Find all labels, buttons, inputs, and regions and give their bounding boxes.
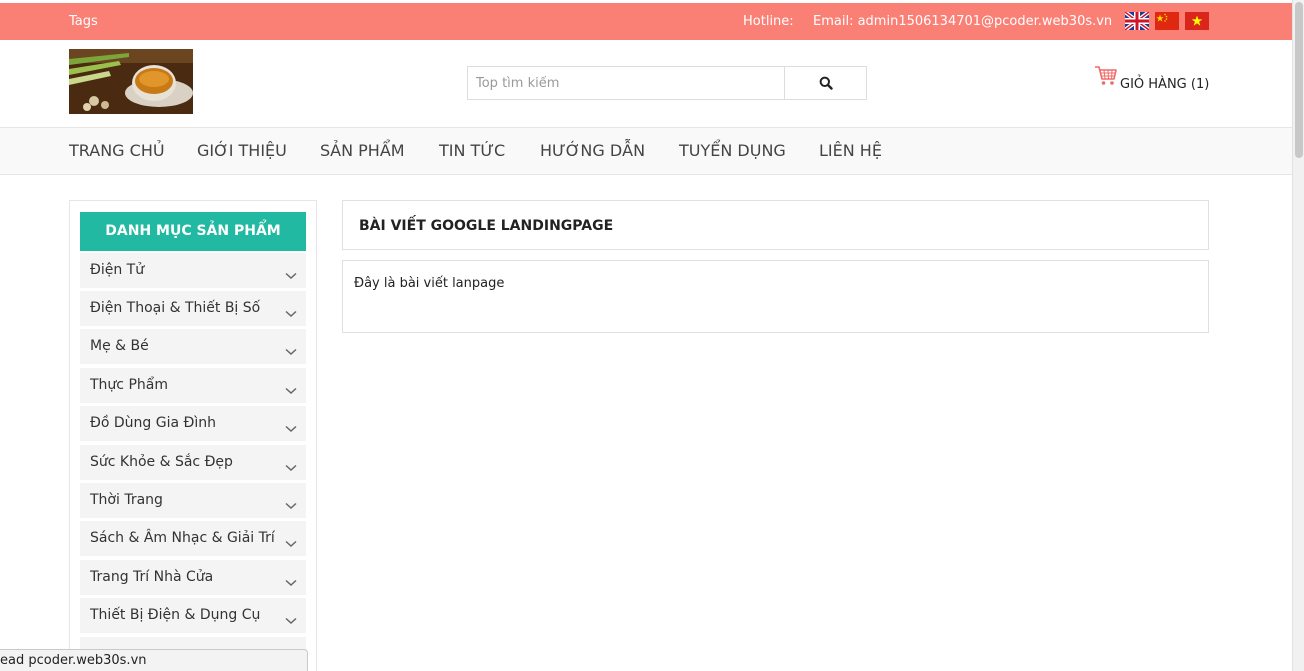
- page-scrollbar[interactable]: [1292, 0, 1304, 671]
- post-body: Đây là bài viết lanpage: [342, 260, 1209, 333]
- post-content: Đây là bài viết lanpage: [354, 276, 505, 291]
- category-label: Đồ Dùng Gia Đình: [90, 415, 216, 431]
- cart-label: GIỎ HÀNG (1): [1120, 77, 1210, 92]
- hotline-label: Hotline:: [743, 14, 794, 29]
- sidebar-title: DANH MỤC SẢN PHẨM: [80, 212, 306, 251]
- chevron-down-icon: [285, 457, 297, 476]
- china-flag-icon[interactable]: [1155, 12, 1179, 30]
- chevron-down-icon: [285, 533, 297, 552]
- chevron-down-icon: [285, 303, 297, 322]
- category-sidebar: DANH MỤC SẢN PHẨM Điện Tử Điện Thoại & T…: [69, 200, 317, 671]
- category-label: Thiết Bị Điện & Dụng Cụ: [90, 607, 261, 623]
- site-logo[interactable]: [69, 49, 193, 114]
- chevron-down-icon: [285, 341, 297, 360]
- category-item[interactable]: Đồ Dùng Gia Đình: [80, 406, 306, 441]
- category-label: Sức Khỏe & Sắc Đẹp: [90, 454, 233, 470]
- category-label: Trang Trí Nhà Cửa: [90, 569, 214, 585]
- nav-item-about[interactable]: GIỚI THIỆU: [197, 141, 287, 160]
- category-item[interactable]: Thực Phẩm: [80, 368, 306, 403]
- chevron-down-icon: [285, 495, 297, 514]
- email-contact[interactable]: Email: admin1506134701@pcoder.web30s.vn: [813, 14, 1112, 29]
- chevron-down-icon: [285, 265, 297, 284]
- nav-item-news[interactable]: TIN TỨC: [439, 141, 505, 160]
- category-label: Điện Tử: [90, 262, 145, 278]
- category-label: Điện Thoại & Thiết Bị Số: [90, 300, 261, 316]
- browser-status-bar: ead pcoder.web30s.vn: [0, 649, 308, 671]
- cart-link[interactable]: GIỎ HÀNG (1): [1094, 64, 1214, 94]
- nav-item-home[interactable]: TRANG CHỦ: [69, 141, 165, 160]
- nav-item-contact[interactable]: LIÊN HỆ: [819, 141, 882, 160]
- category-item[interactable]: Sức Khỏe & Sắc Đẹp: [80, 445, 306, 480]
- top-bar: Tags Hotline: Email: admin1506134701@pco…: [0, 3, 1292, 40]
- nav-item-guide[interactable]: HƯỚNG DẪN: [540, 141, 645, 160]
- category-item[interactable]: Thời Trang: [80, 483, 306, 518]
- search-icon: [785, 76, 866, 90]
- search-input[interactable]: [468, 67, 785, 99]
- category-item[interactable]: Trang Trí Nhà Cửa: [80, 560, 306, 595]
- category-item[interactable]: Sách & Âm Nhạc & Giải Trí: [80, 521, 306, 556]
- category-label: Mẹ & Bé: [90, 338, 149, 354]
- category-label: Thực Phẩm: [90, 377, 168, 393]
- chevron-down-icon: [285, 380, 297, 399]
- search-bar: [467, 66, 867, 100]
- scrollbar-thumb[interactable]: [1295, 2, 1303, 158]
- post-title: BÀI VIẾT GOOGLE LANDINGPAGE: [359, 218, 614, 234]
- category-label: Thời Trang: [90, 492, 163, 508]
- chevron-down-icon: [285, 610, 297, 629]
- category-label: Sách & Âm Nhạc & Giải Trí: [90, 530, 275, 546]
- chevron-down-icon: [285, 572, 297, 591]
- category-item[interactable]: Điện Thoại & Thiết Bị Số: [80, 291, 306, 326]
- category-item[interactable]: Điện Tử: [80, 253, 306, 288]
- post-header: BÀI VIẾT GOOGLE LANDINGPAGE: [342, 200, 1209, 250]
- tags-link[interactable]: Tags: [69, 14, 98, 29]
- category-item[interactable]: Mẹ & Bé: [80, 329, 306, 364]
- nav-item-careers[interactable]: TUYỂN DỤNG: [679, 141, 786, 160]
- uk-flag-icon[interactable]: [1125, 12, 1149, 30]
- chevron-down-icon: [285, 418, 297, 437]
- search-button[interactable]: [785, 67, 866, 99]
- cart-icon: [1094, 64, 1118, 92]
- category-item[interactable]: Thiết Bị Điện & Dụng Cụ: [80, 598, 306, 633]
- main-nav: TRANG CHỦ GIỚI THIỆU SẢN PHẨM TIN TỨC HƯ…: [0, 127, 1292, 175]
- status-text: ead pcoder.web30s.vn: [0, 653, 147, 668]
- vietnam-flag-icon[interactable]: [1185, 12, 1209, 30]
- nav-item-products[interactable]: SẢN PHẨM: [320, 141, 405, 160]
